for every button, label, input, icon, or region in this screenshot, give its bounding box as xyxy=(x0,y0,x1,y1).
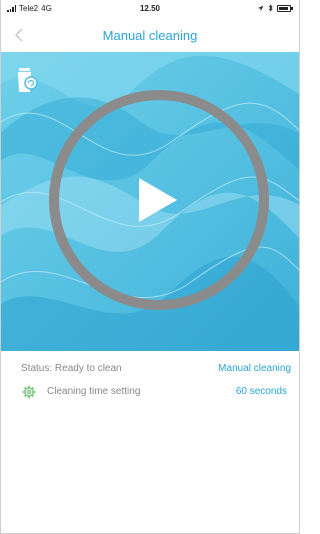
status-row: Status: Ready to clean Manual cleaning xyxy=(1,360,299,380)
mode-link[interactable]: Manual cleaning xyxy=(218,363,291,374)
status-bar: Tele2 4G 12.50 xyxy=(1,0,299,18)
status-icons xyxy=(257,4,293,12)
trash-bin-icon[interactable] xyxy=(15,66,39,96)
app-screen: Tele2 4G 12.50 Manual cleaning Status: R… xyxy=(0,0,300,534)
clock: 12.50 xyxy=(139,4,161,13)
bluetooth-icon xyxy=(268,4,273,12)
gear-icon xyxy=(22,385,36,399)
location-icon xyxy=(257,5,264,11)
status-text: Status: Ready to clean xyxy=(21,363,122,374)
play-icon[interactable] xyxy=(135,174,181,226)
battery-icon xyxy=(277,4,293,12)
page-title: Manual cleaning xyxy=(102,28,198,43)
setting-value[interactable]: 60 seconds xyxy=(236,386,287,397)
setting-label: Cleaning time setting xyxy=(47,386,141,397)
cleaning-time-setting[interactable]: Cleaning time setting 60 seconds xyxy=(1,383,299,403)
cleaning-panel xyxy=(1,52,299,351)
nav-bar: Manual cleaning xyxy=(1,18,299,52)
